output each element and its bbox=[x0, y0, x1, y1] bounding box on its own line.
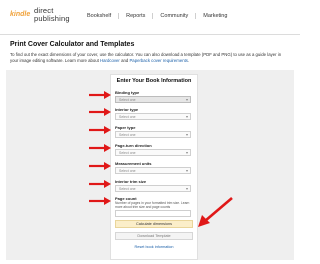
chevron-down-icon: ▾ bbox=[185, 114, 188, 119]
main-nav: Bookshelf Reports Community Marketing bbox=[80, 13, 234, 19]
interior-type-label: Interior type bbox=[115, 107, 139, 112]
trim-size-select[interactable]: Select one ▾ bbox=[115, 185, 191, 192]
paper-type-select[interactable]: Select one ▾ bbox=[115, 131, 191, 138]
trim-size-value: Select one bbox=[119, 187, 136, 191]
book-info-card: Enter Your Book Information Binding type… bbox=[110, 74, 198, 260]
intro-end: . bbox=[187, 58, 190, 63]
intro-mid: and bbox=[119, 58, 130, 63]
page-count-input[interactable] bbox=[115, 210, 191, 217]
form-title: Enter Your Book Information bbox=[116, 78, 192, 84]
arrow-icon bbox=[89, 180, 111, 188]
trim-size-label: Interior trim size bbox=[115, 179, 147, 184]
logo-kindle[interactable]: kindle bbox=[10, 11, 30, 18]
arrow-icon bbox=[89, 162, 111, 170]
binding-type-select[interactable]: Select one ▾ bbox=[115, 96, 191, 103]
page-turn-select[interactable]: Select one ▾ bbox=[115, 149, 191, 156]
top-header: kindle direct publishing Bookshelf Repor… bbox=[0, 0, 300, 35]
interior-type-value: Select one bbox=[119, 115, 136, 119]
logo-direct-publishing[interactable]: direct publishing bbox=[34, 7, 78, 23]
arrow-icon bbox=[89, 197, 111, 205]
reset-book-info-link[interactable]: Reset book information bbox=[111, 245, 197, 249]
measurement-units-label: Measurement units bbox=[115, 161, 152, 166]
arrow-icon bbox=[89, 108, 111, 116]
page-turn-label: Page-turn direction bbox=[115, 143, 152, 148]
binding-type-value: Select one bbox=[119, 98, 136, 102]
chevron-down-icon: ▾ bbox=[185, 150, 188, 155]
measurement-units-value: Select one bbox=[119, 169, 136, 173]
page-title: Print Cover Calculator and Templates bbox=[10, 41, 135, 48]
nav-community[interactable]: Community bbox=[152, 13, 195, 19]
arrow-icon bbox=[89, 126, 111, 134]
interior-type-select[interactable]: Select one ▾ bbox=[115, 113, 191, 120]
chevron-down-icon: ▾ bbox=[185, 168, 188, 173]
nav-bookshelf[interactable]: Bookshelf bbox=[80, 13, 118, 19]
page-turn-value: Select one bbox=[119, 151, 136, 155]
page-count-hint: Number of pages in your formatted trim s… bbox=[115, 201, 190, 209]
arrow-icon bbox=[89, 91, 111, 99]
measurement-units-select[interactable]: Select one ▾ bbox=[115, 167, 191, 174]
intro-text: To find out the exact dimensions of your… bbox=[10, 52, 290, 64]
chevron-down-icon: ▾ bbox=[185, 132, 188, 137]
calculate-dimensions-button[interactable]: Calculate dimensions bbox=[115, 220, 193, 228]
arrow-icon bbox=[89, 144, 111, 152]
paperback-link[interactable]: Paperback cover requirements bbox=[129, 58, 188, 63]
paper-type-value: Select one bbox=[119, 133, 136, 137]
nav-reports[interactable]: Reports bbox=[118, 13, 152, 19]
nav-marketing[interactable]: Marketing bbox=[195, 13, 234, 19]
binding-type-label: Binding type bbox=[115, 90, 140, 95]
chevron-down-icon: ▾ bbox=[185, 97, 188, 102]
download-template-button[interactable]: Download Template bbox=[115, 232, 193, 240]
arrow-icon bbox=[198, 197, 233, 227]
hardcover-link[interactable]: Hardcover bbox=[100, 58, 120, 63]
chevron-down-icon: ▾ bbox=[185, 186, 188, 191]
paper-type-label: Paper type bbox=[115, 125, 136, 130]
